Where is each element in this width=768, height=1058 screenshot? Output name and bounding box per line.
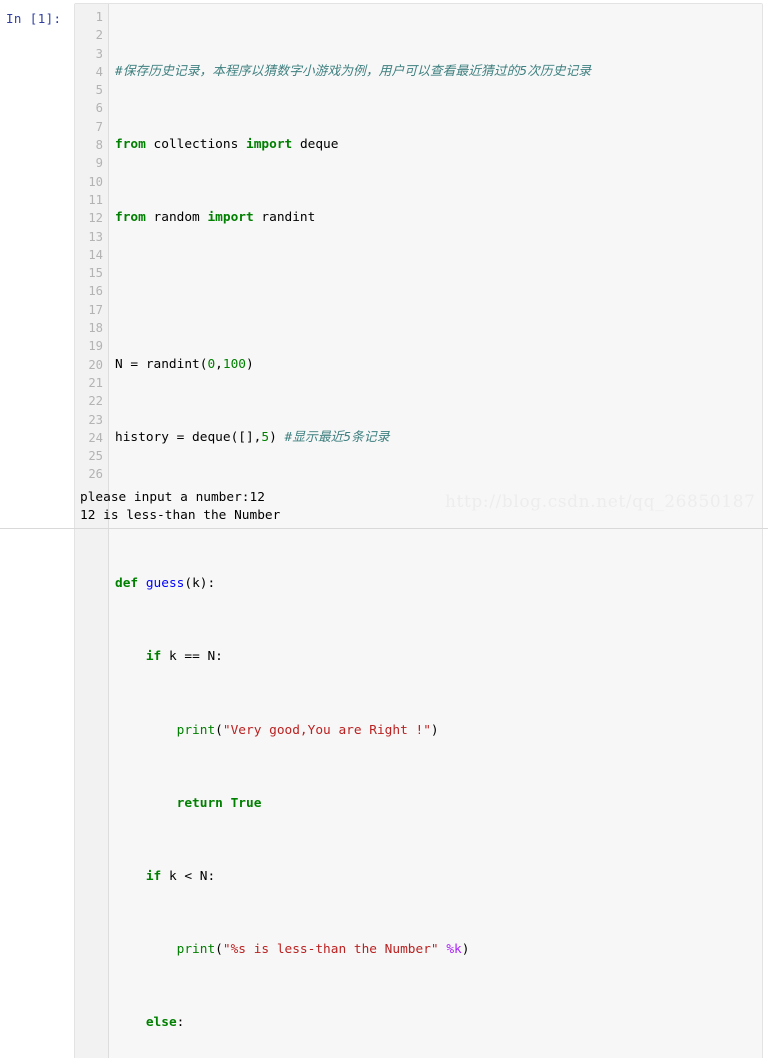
paren: ) (269, 429, 285, 445)
line-number: 18 (88, 321, 103, 336)
line-number: 7 (95, 119, 103, 134)
module-name: collections (145, 137, 246, 153)
line-number: 1 (95, 10, 103, 24)
line-number: 9 (95, 156, 103, 171)
keyword-def: def (115, 576, 139, 592)
module-name: random (145, 210, 208, 226)
keyword-from: from (115, 137, 146, 153)
number-token: 0 (207, 356, 216, 372)
line-number: 12 (88, 211, 103, 226)
code-line-8: def guess(k): (115, 575, 756, 593)
function-name: guess (138, 576, 185, 592)
number-token: 100 (222, 356, 247, 372)
line-number-gutter: 1 2 3 4 5 6 7 8 9 10 11 12 13 14 15 16 17 18 19 20 21 22 23 24 2… (75, 4, 109, 1058)
string-token: "%s is less-than the Number" (222, 942, 439, 958)
keyword-from: from (115, 210, 146, 226)
code-line-12: if k < N: (115, 868, 756, 886)
line-number: 19 (88, 339, 103, 354)
paren: ) (461, 942, 470, 958)
imported-name: deque (292, 137, 339, 153)
keyword-return: return (176, 795, 223, 811)
code-line-14: else: (115, 1014, 756, 1032)
assignment: N = randint( (115, 356, 208, 372)
code-editor[interactable]: 1 2 3 4 5 6 7 8 9 10 11 12 13 14 15 16 17 18 19 20 21 22 23 24 2… (74, 3, 763, 1058)
imported-name: randint (253, 210, 316, 226)
expression: k < N: (161, 868, 216, 884)
code-line-1: #保存历史记录，本程序以猜数字小游戏为例，用户可以查看最近猜过的5次历史记录 (115, 63, 756, 81)
paren: ) (246, 356, 254, 372)
line-number: 5 (95, 83, 103, 98)
keyword-if: if (145, 868, 162, 884)
format-operator: %k (446, 942, 462, 958)
line-number: 3 (95, 46, 103, 61)
expression: k == N: (161, 649, 223, 665)
code-line-13: print("%s is less-than the Number" %k) (115, 941, 756, 959)
builtin-print: print (176, 722, 216, 738)
line-number: 6 (95, 101, 103, 116)
keyword-else: else (145, 1015, 177, 1031)
keyword-true: True (222, 795, 262, 811)
line-number: 21 (88, 375, 103, 390)
line-number: 22 (88, 394, 103, 409)
builtin-print: print (176, 942, 216, 958)
line-number: 25 (88, 449, 103, 464)
comment-token: #显示最近5条记录 (284, 429, 390, 445)
code-content[interactable]: #保存历史记录，本程序以猜数字小游戏为例，用户可以查看最近猜过的5次历史记录 f… (109, 4, 762, 1058)
line-number: 23 (88, 412, 103, 427)
code-cell[interactable]: In [1]: 1 2 3 4 5 6 7 8 9 10 11 12 13 14 15 16 17 18 19 20 2… (0, 3, 768, 1058)
line-number: 26 (88, 467, 103, 482)
comma: , (215, 356, 223, 372)
line-number: 14 (88, 247, 103, 262)
code-line-3: from random import randint (115, 209, 756, 227)
input-prompt-label: In [1]: (6, 11, 62, 26)
line-number: 17 (88, 302, 103, 317)
code-line-2: from collections import deque (115, 136, 756, 154)
paren: ) (430, 722, 439, 738)
line-number: 11 (88, 192, 103, 207)
line-number: 10 (88, 174, 103, 189)
code-line-11: return True (115, 795, 756, 813)
line-number: 2 (95, 28, 103, 43)
keyword-import: import (207, 210, 254, 226)
comment-token: #保存历史记录，本程序以猜数字小游戏为例，用户可以查看最近猜过的5次历史记录 (115, 63, 592, 79)
line-number: 20 (88, 357, 103, 372)
number-token: 5 (261, 429, 270, 445)
line-number: 15 (88, 266, 103, 281)
line-number: 16 (88, 284, 103, 299)
keyword-if: if (145, 649, 162, 665)
function-args: (k): (184, 576, 216, 592)
line-number: 13 (88, 229, 103, 244)
colon: : (176, 1015, 185, 1031)
keyword-import: import (246, 137, 293, 153)
line-number: 4 (95, 64, 103, 79)
line-number: 24 (88, 430, 103, 445)
notebook-page: In [1]: 1 2 3 4 5 6 7 8 9 10 11 12 13 14 15 16 17 18 19 20 2… (0, 0, 768, 1058)
code-line-5: N = randint(0,100) (115, 356, 756, 374)
string-token: "Very good,You are Right !" (222, 722, 431, 738)
assignment: history = deque([], (115, 429, 262, 445)
code-line-10: print("Very good,You are Right !") (115, 722, 756, 740)
paren: ( (215, 942, 223, 958)
paren: ( (215, 722, 223, 738)
watermark-url: http://blog.csdn.net/qq_26850187 (445, 492, 756, 512)
code-line-6: history = deque([],5) #显示最近5条记录 (115, 429, 756, 447)
code-line-9: if k == N: (115, 648, 756, 666)
line-number: 8 (95, 138, 103, 153)
